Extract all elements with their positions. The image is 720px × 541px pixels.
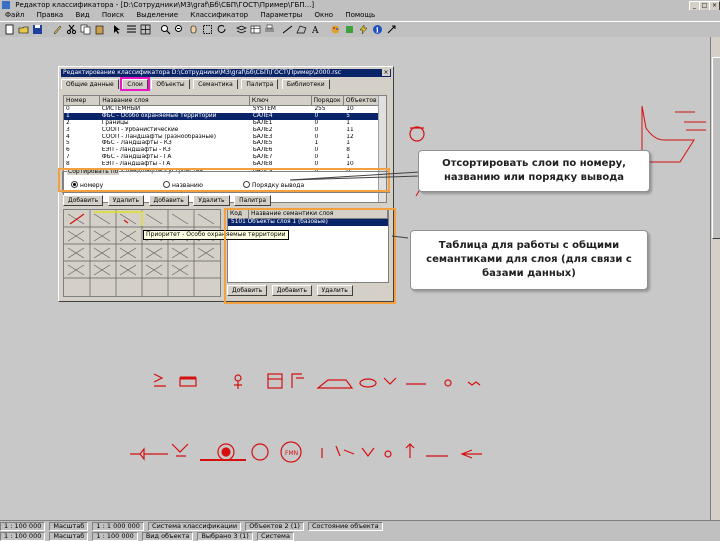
- status-object-count: Объектов 2 (1): [245, 522, 304, 531]
- status-bar: 1 : 100 000 Масштаб 1 : 1 000 000 Систем…: [0, 520, 720, 541]
- status-map-scale: 1 : 1 000 000: [92, 522, 144, 531]
- status-object-state: Состояние объекта: [307, 522, 383, 531]
- status-scale-label: Масштаб: [49, 522, 89, 531]
- sort-callout: Отсортировать слои по номеру, названию и…: [418, 150, 650, 192]
- status-row-1: 1 : 100 000 Масштаб 1 : 1 000 000 Систем…: [0, 522, 385, 531]
- status-classification: Система классификации: [148, 522, 242, 531]
- status-scale-value: 1 : 100 000: [0, 522, 46, 531]
- table-callout: Таблица для работы с общими семантиками …: [410, 230, 648, 290]
